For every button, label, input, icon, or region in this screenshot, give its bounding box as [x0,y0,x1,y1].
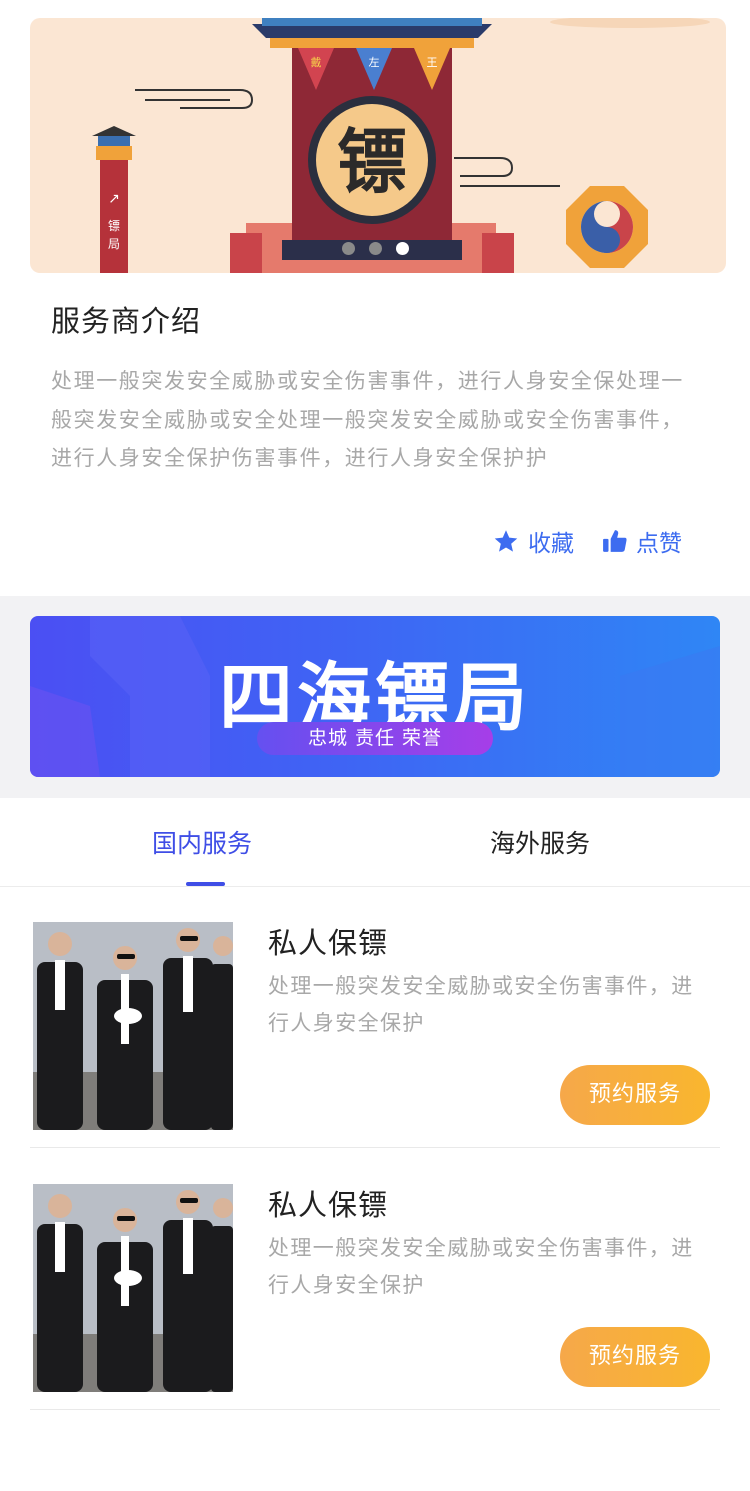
service-tabs: 国内服务 海外服务 [0,798,750,887]
favorite-button[interactable]: 收藏 [492,524,574,558]
hero-banner[interactable]: ↗ 镖 局 戴 左 王 镖 [30,18,726,273]
svg-text:王: 王 [427,56,438,69]
svg-text:↗: ↗ [108,191,120,207]
promo-banner[interactable]: 四海镖局 忠城 责任 荣誉 [30,616,720,777]
svg-text:镖: 镖 [108,218,120,233]
book-service-button[interactable]: 预约服务 [560,1065,710,1125]
tab-domestic-service[interactable]: 国内服务 [152,824,252,860]
banner-dot[interactable] [369,242,382,255]
escort-agency-illustration: ↗ 镖 局 戴 左 王 镖 [92,18,710,273]
svg-text:戴: 戴 [311,55,322,69]
banner-dot-active[interactable] [396,242,409,255]
bodyguard-photo [33,1184,233,1392]
favorite-label: 收藏 [528,531,574,557]
star-icon [494,529,518,552]
book-service-button[interactable]: 预约服务 [560,1327,710,1387]
service-card[interactable]: 私人保镖 处理一般突发安全威胁或安全伤害事件，进行人身安全保护 预约服务 [30,886,720,1148]
thumbs-up-icon [603,530,627,552]
banner-pagination [342,242,409,255]
service-description: 处理一般突发安全威胁或安全伤害事件，进行人身安全保护 [268,974,694,1035]
tab-overseas-service[interactable]: 海外服务 [490,824,590,860]
svg-text:镖: 镖 [337,121,407,203]
promo-slogan: 忠城 责任 荣誉 [257,722,493,755]
bodyguard-photo [33,922,233,1130]
intro-actions: 收藏 点赞 [492,524,682,558]
svg-text:局: 局 [108,237,120,251]
svg-text:左: 左 [369,56,380,69]
intro-description: 处理一般突发安全威胁或安全伤害事件，进行人身安全保处理一般突发安全威胁或安全处理… [51,369,684,470]
service-title: 私人保镖 [268,926,389,960]
service-description: 处理一般突发安全威胁或安全伤害事件，进行人身安全保护 [268,1236,694,1297]
intro-title: 服务商介绍 [51,304,202,338]
service-title: 私人保镖 [268,1188,389,1222]
service-card[interactable]: 私人保镖 处理一般突发安全威胁或安全伤害事件，进行人身安全保护 预约服务 [30,1148,720,1410]
like-button[interactable]: 点赞 [602,524,682,558]
like-label: 点赞 [636,531,682,557]
banner-dot[interactable] [342,242,355,255]
